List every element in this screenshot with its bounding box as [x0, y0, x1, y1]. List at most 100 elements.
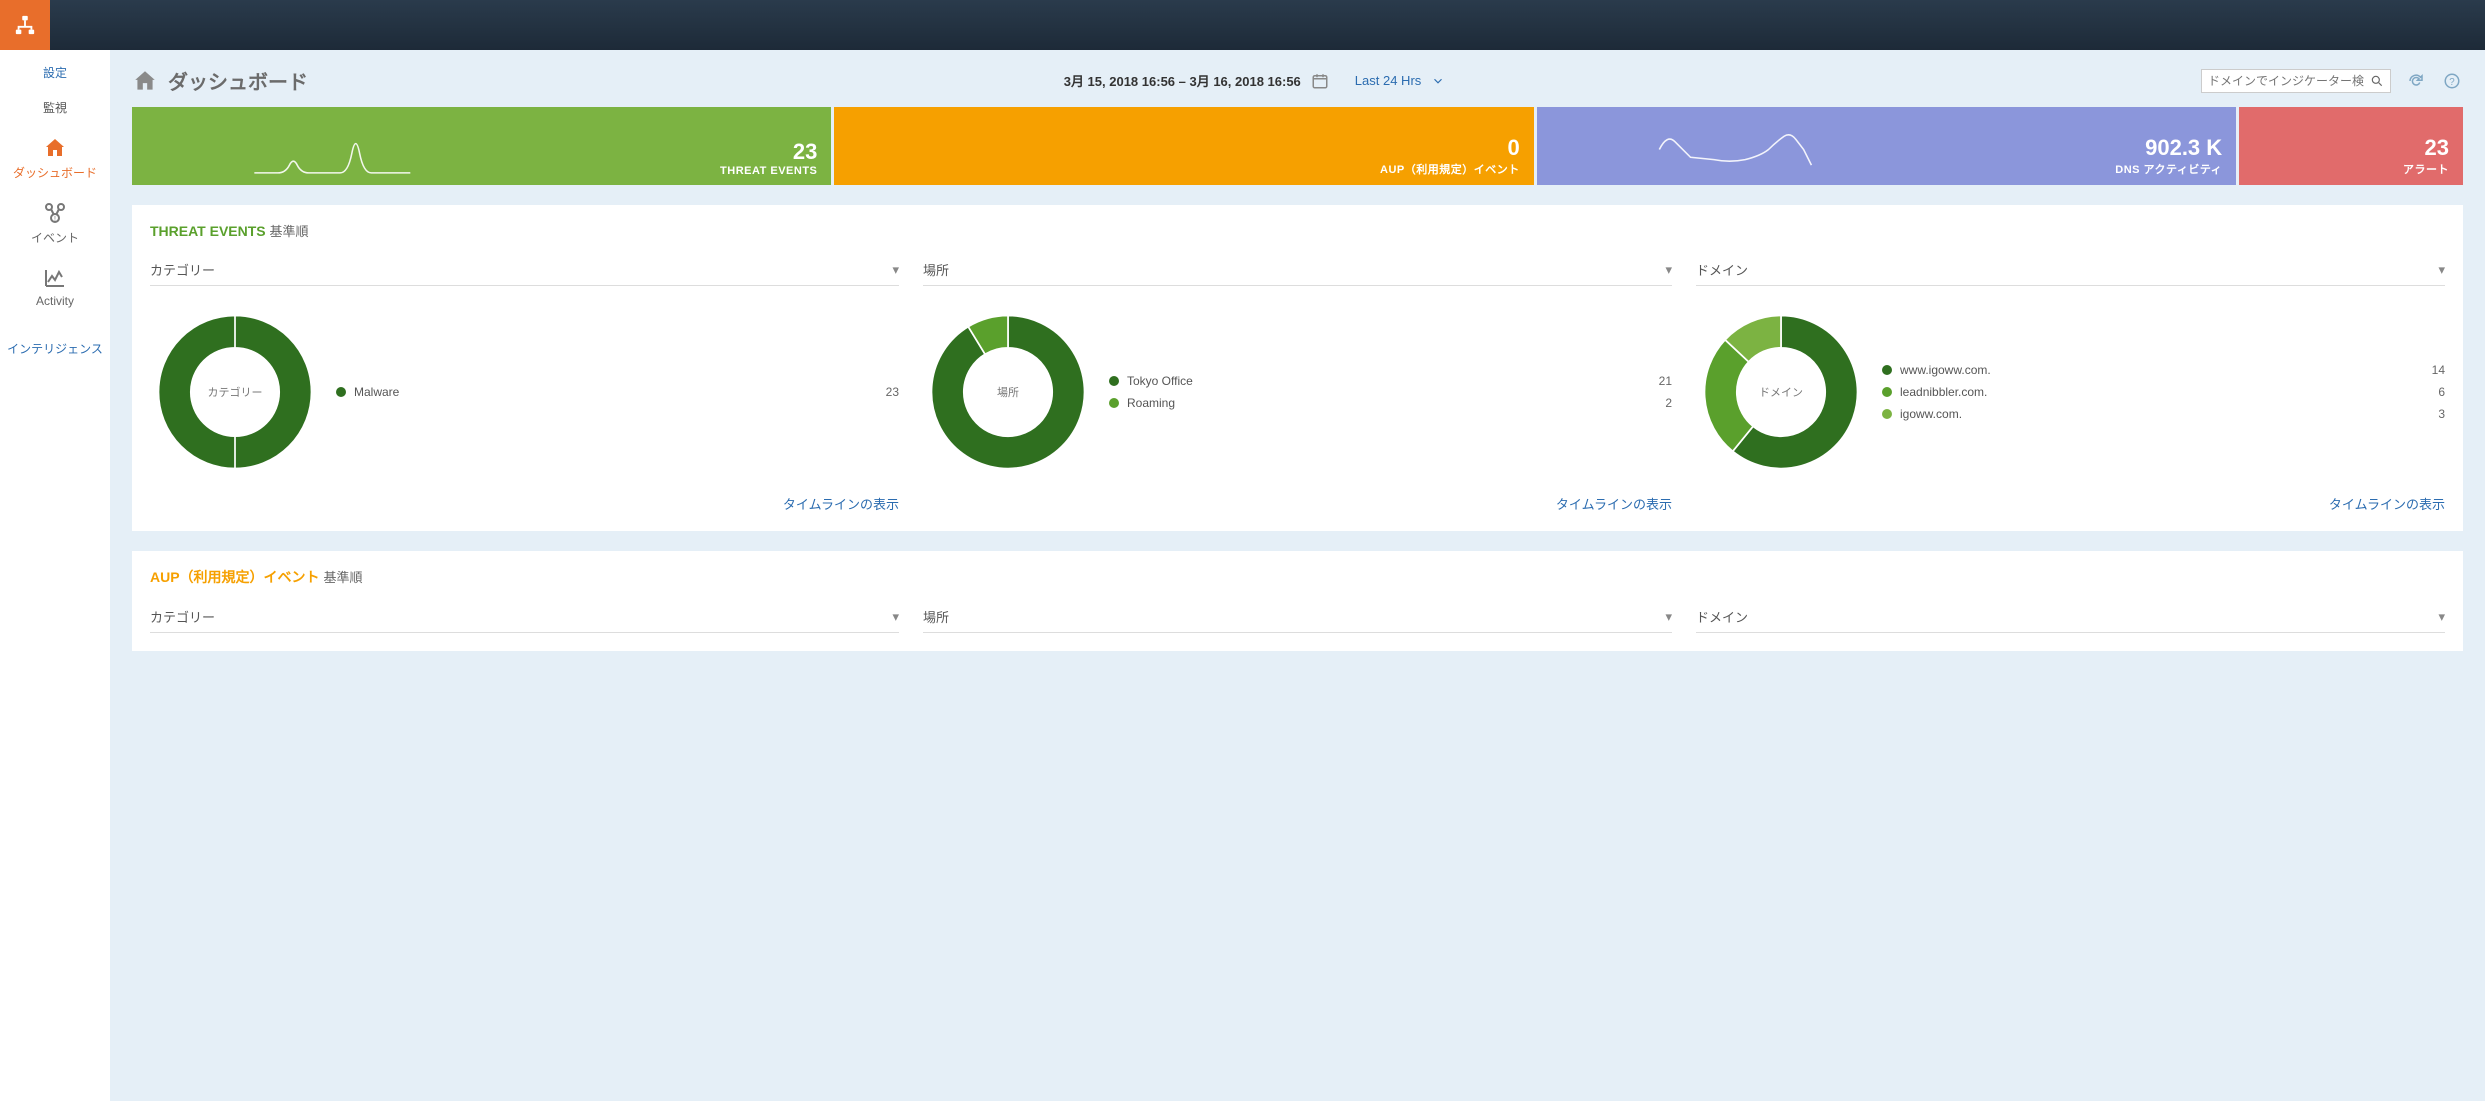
dropdown-toggle[interactable]: ▾: [2438, 262, 2445, 278]
donut-chart-location: 場所: [923, 307, 1093, 477]
timeline-link[interactable]: タイムラインの表示: [923, 494, 1672, 513]
legend-dot: [1882, 365, 1892, 375]
search-input[interactable]: [2208, 74, 2364, 88]
svg-text:?: ?: [2449, 76, 2455, 87]
tile-dns-activity[interactable]: 902.3 K DNS アクティビティ: [1537, 107, 2236, 185]
sidebar-link-settings[interactable]: 設定: [0, 56, 110, 89]
dropdown-toggle[interactable]: ▾: [892, 262, 899, 278]
date-range: 3月 15, 2018 16:56 – 3月 16, 2018 16:56 La…: [1064, 71, 1446, 90]
panel-title-hi: AUP（利用規定）イベント: [150, 569, 320, 585]
tile-label: AUP（利用規定）イベント: [1380, 161, 1520, 177]
indicator-search[interactable]: [2201, 69, 2391, 93]
dropdown-toggle[interactable]: ▾: [1665, 609, 1672, 625]
donut-center-label: 場所: [923, 307, 1093, 477]
timeline-link[interactable]: タイムラインの表示: [1696, 494, 2445, 513]
help-button[interactable]: ?: [2441, 70, 2463, 92]
legend-label: Roaming: [1127, 396, 1175, 410]
quick-range-selector[interactable]: Last 24 Hrs: [1355, 73, 1445, 88]
legend-label: leadnibbler.com.: [1900, 385, 1987, 399]
legend-value: 6: [2438, 385, 2445, 399]
donut-center-label: ドメイン: [1696, 307, 1866, 477]
sidebar-item-label: 監視: [43, 101, 67, 115]
date-range-text: 3月 15, 2018 16:56 – 3月 16, 2018 16:56: [1064, 71, 1301, 90]
chart-head: 場所: [923, 607, 949, 626]
legend-item[interactable]: leadnibbler.com. 6: [1882, 381, 2445, 403]
legend-item[interactable]: Malware 23: [336, 381, 899, 403]
legend-dot: [1109, 376, 1119, 386]
help-icon: ?: [2443, 72, 2461, 90]
sidebar-item-monitor[interactable]: 監視: [0, 89, 110, 126]
tile-aup-events[interactable]: 0 AUP（利用規定）イベント: [834, 107, 1533, 185]
sidebar-item-dashboard[interactable]: ダッシュボード: [0, 126, 110, 191]
tile-value: 23: [2425, 135, 2449, 161]
events-icon: !: [41, 201, 69, 225]
legend-item[interactable]: www.igoww.com.14: [1882, 359, 2445, 381]
panel-title-sub: 基準順: [323, 570, 362, 585]
donut-center-label: カテゴリー: [150, 307, 320, 477]
topbar: [0, 0, 2485, 50]
svg-text:!: !: [54, 216, 56, 223]
panel-title-hi: THREAT EVENTS: [150, 223, 266, 239]
legend-label: igoww.com.: [1900, 407, 1962, 421]
chart-head: カテゴリー: [150, 260, 215, 279]
sitemap-icon: [14, 14, 36, 36]
home-icon: [132, 68, 158, 94]
sidebar-item-activity[interactable]: Activity: [0, 256, 110, 318]
legend-item[interactable]: Tokyo Office 21: [1109, 370, 1672, 392]
threat-events-panel: THREAT EVENTS 基準順 カテゴリー ▾ カテゴリー Malware 2…: [132, 205, 2463, 531]
page-title: ダッシュボード: [132, 66, 308, 95]
dropdown-toggle[interactable]: ▾: [892, 609, 899, 625]
sidebar-item-label: Activity: [36, 294, 74, 308]
sidebar-item-label: イベント: [31, 231, 79, 245]
tile-value: 23: [793, 139, 817, 165]
panel-title-sub: 基準順: [270, 224, 309, 239]
page-header: ダッシュボード 3月 15, 2018 16:56 – 3月 16, 2018 …: [124, 50, 2471, 107]
tile-label: THREAT EVENTS: [720, 165, 817, 177]
sidebar: 設定 監視 ダッシュボード ! イベント Activity インテリジェンス: [0, 50, 110, 1101]
sidebar-link-intelligence[interactable]: インテリジェンス: [0, 332, 110, 365]
tile-value: 902.3 K: [2145, 135, 2222, 161]
panel-title: THREAT EVENTS 基準順: [150, 221, 2445, 240]
panel-title: AUP（利用規定）イベント 基準順: [150, 567, 2445, 587]
legend-value: 3: [2438, 407, 2445, 421]
chart-head: ドメイン: [1696, 607, 1748, 626]
chart-head: 場所: [923, 260, 949, 279]
refresh-button[interactable]: [2405, 70, 2427, 92]
chart-card-category: カテゴリー ▾ カテゴリー Malware 23 タイムラインの表示: [150, 260, 899, 513]
aup-events-panel: AUP（利用規定）イベント 基準順 カテゴリー ▾ 場所 ▾: [132, 551, 2463, 651]
home-icon: [41, 136, 69, 160]
chart-head: カテゴリー: [150, 607, 215, 626]
dropdown-toggle[interactable]: ▾: [2438, 609, 2445, 625]
legend-label: Tokyo Office: [1127, 374, 1193, 388]
legend-label: www.igoww.com.: [1900, 363, 1991, 377]
legend-label: Malware: [354, 385, 399, 399]
legend-item[interactable]: Roaming 2: [1109, 392, 1672, 414]
chart-legend: Tokyo Office 21 Roaming 2: [1109, 370, 1672, 414]
chart-legend: www.igoww.com.14 leadnibbler.com. 6 igoww.c…: [1882, 359, 2445, 425]
tile-label: アラート: [2403, 161, 2449, 177]
legend-dot: [336, 387, 346, 397]
sidebar-item-events[interactable]: ! イベント: [0, 191, 110, 256]
brand-logo[interactable]: [0, 0, 50, 50]
legend-dot: [1109, 398, 1119, 408]
legend-value: 2: [1665, 396, 1672, 410]
dropdown-toggle[interactable]: ▾: [1665, 262, 1672, 278]
legend-item[interactable]: igoww.com. 3: [1882, 403, 2445, 425]
activity-icon: [41, 266, 69, 290]
legend-value: 21: [1659, 374, 1672, 388]
chart-card-domain: ドメイン ▾ ドメイン www.igoww.com.14leadnibbler.…: [1696, 260, 2445, 513]
legend-dot: [1882, 387, 1892, 397]
legend-value: 23: [886, 385, 899, 399]
sidebar-item-label: ダッシュボード: [13, 166, 97, 180]
tile-alerts[interactable]: 23 アラート: [2239, 107, 2463, 185]
search-icon: [2370, 74, 2384, 88]
chart-card-location: 場所 ▾ 場所 Tokyo Office 21 Roaming 2 タイムラインの表示: [923, 260, 1672, 513]
tile-label: DNS アクティビティ: [2115, 161, 2222, 177]
tile-threat-events[interactable]: 23 THREAT EVENTS: [132, 107, 831, 185]
summary-tiles: 23 THREAT EVENTS 0 AUP（利用規定）イベント 902.3 K…: [132, 107, 2463, 185]
chart-card-category-aup: カテゴリー ▾: [150, 607, 899, 633]
calendar-icon[interactable]: [1311, 72, 1329, 90]
legend-dot: [1882, 409, 1892, 419]
timeline-link[interactable]: タイムラインの表示: [150, 494, 899, 513]
quick-range-label: Last 24 Hrs: [1355, 73, 1421, 88]
